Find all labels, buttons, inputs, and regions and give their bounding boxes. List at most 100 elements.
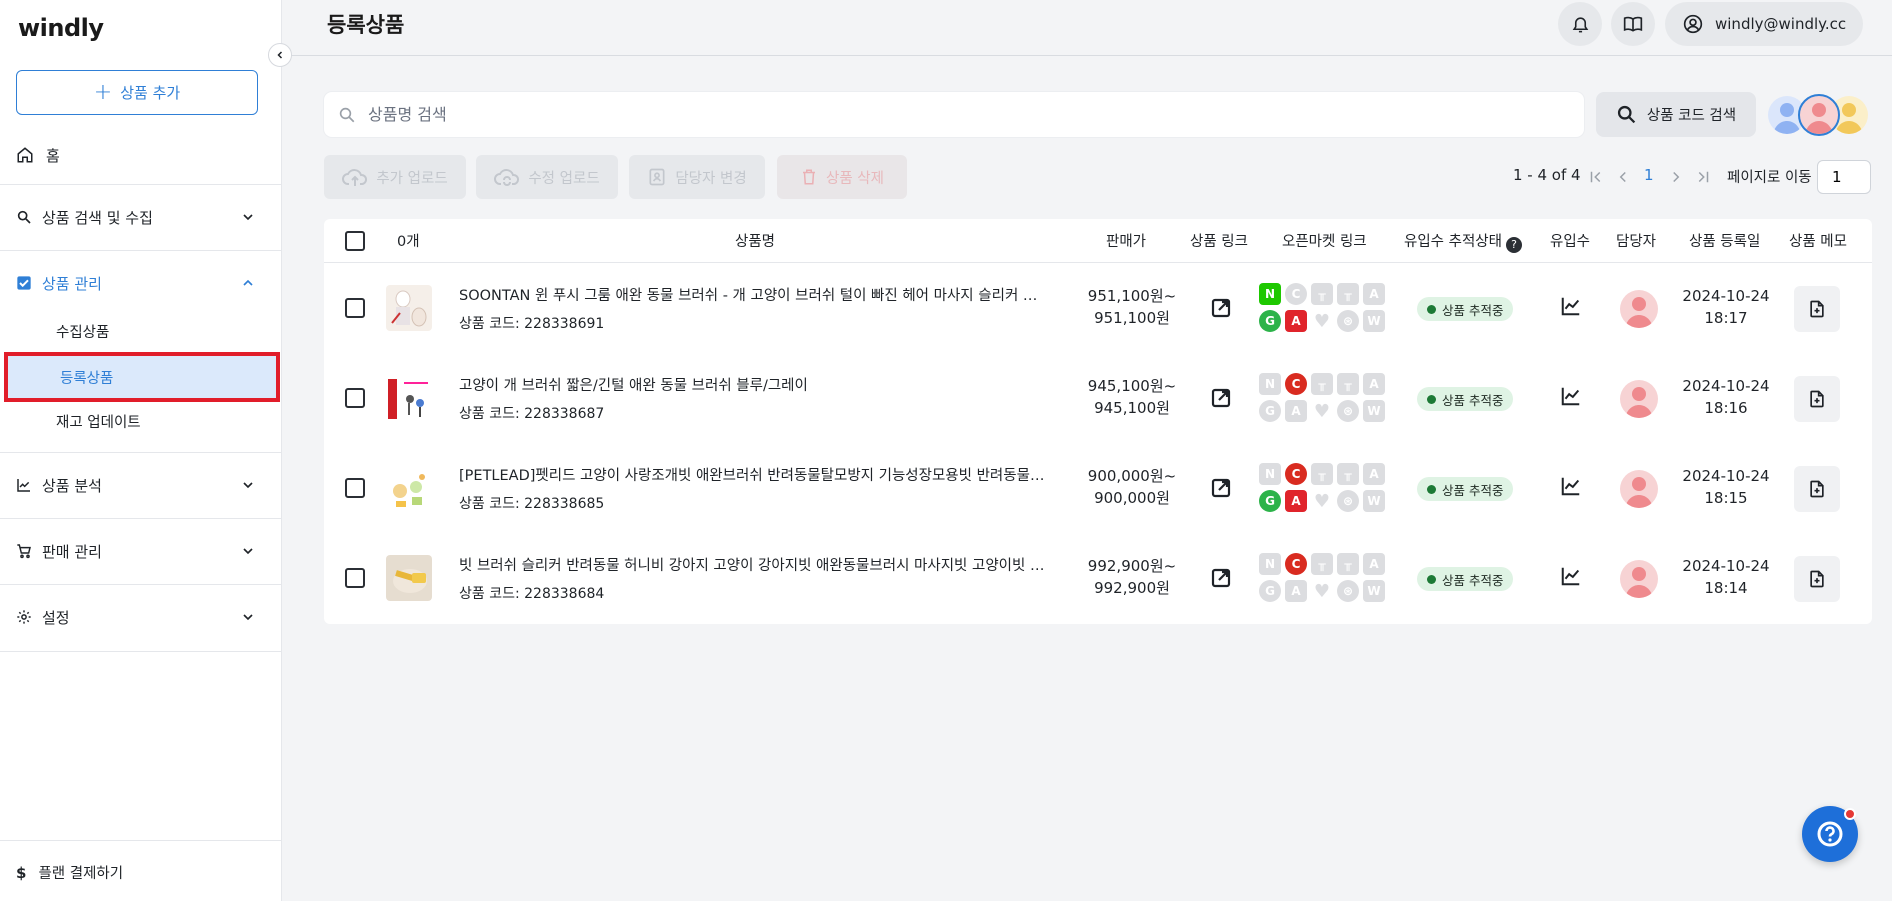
current-page[interactable]: 1 bbox=[1644, 166, 1654, 184]
sidebar-group-sales-manage[interactable]: 판매 관리 bbox=[0, 531, 282, 571]
help-chat-button[interactable] bbox=[1802, 806, 1858, 862]
note-add-icon bbox=[1810, 480, 1824, 498]
sidebar-item-registered[interactable]: 등록상품 bbox=[4, 352, 280, 402]
market-ssg-icon: ⊛ bbox=[1337, 310, 1359, 332]
product-name-link[interactable]: 고양이 개 브러쉬 짧은/긴털 애완 동물 브러쉬 블루/그레이 bbox=[459, 374, 1049, 395]
market-wemakeprice-icon: ♥ bbox=[1313, 580, 1331, 602]
tracking-status-label: 상품 추적중 bbox=[1442, 572, 1504, 588]
tracking-status-badge: 상품 추적중 bbox=[1417, 297, 1514, 321]
windly-logo[interactable]: windly bbox=[18, 14, 104, 42]
sidebar-item-stock-update[interactable]: 재고 업데이트 bbox=[56, 411, 141, 432]
product-name-link[interactable]: [PETLEAD]펫리드 고양이 사랑조개빗 애완브러쉬 반려동물탈모방지 기능… bbox=[459, 464, 1049, 485]
row-checkbox[interactable] bbox=[345, 478, 365, 498]
market-naver-icon[interactable]: N bbox=[1259, 283, 1281, 305]
goto-page-input[interactable] bbox=[1817, 160, 1871, 194]
market-auction-icon[interactable]: A bbox=[1285, 490, 1307, 512]
manager-avatar[interactable] bbox=[1620, 560, 1658, 598]
first-page-icon[interactable] bbox=[1587, 168, 1605, 186]
manager-avatar[interactable] bbox=[1620, 470, 1658, 508]
plan-payment-link[interactable]: $ 플랜 결제하기 bbox=[16, 862, 123, 883]
add-upload-button[interactable]: 추가 업로드 bbox=[324, 155, 466, 199]
market-coupang-icon[interactable]: C bbox=[1285, 553, 1307, 575]
sidebar-item-collected[interactable]: 수집상품 bbox=[56, 321, 109, 342]
sidebar-group-product-manage[interactable]: 상품 관리 bbox=[0, 263, 282, 303]
tracking-status-badge: 상품 추적중 bbox=[1417, 387, 1514, 411]
add-product-button[interactable]: + 상품 추가 bbox=[16, 70, 258, 115]
sidebar-group-settings[interactable]: 설정 bbox=[0, 597, 282, 637]
market-gmarket-icon[interactable]: G bbox=[1259, 490, 1281, 512]
delete-product-button[interactable]: 상품 삭제 bbox=[777, 155, 907, 199]
trend-chart-icon[interactable] bbox=[1560, 565, 1582, 587]
trend-chart-icon[interactable] bbox=[1560, 385, 1582, 407]
product-name-link[interactable]: 빗 브러쉬 슬리커 반려동물 허니비 강아지 고양이 강아지빗 애완동물브러시 … bbox=[459, 554, 1049, 575]
row-checkbox[interactable] bbox=[345, 298, 365, 318]
change-manager-button[interactable]: 담당자 변경 bbox=[629, 155, 765, 199]
header-tracking-label: 유입수 추적상태 bbox=[1404, 234, 1502, 250]
external-link-icon[interactable] bbox=[1209, 296, 1233, 320]
sidebar-group-product-analysis[interactable]: 상품 분석 bbox=[0, 465, 282, 505]
next-page-icon[interactable] bbox=[1667, 168, 1685, 186]
external-link-icon[interactable] bbox=[1209, 386, 1233, 410]
row-checkbox[interactable] bbox=[345, 388, 365, 408]
divider bbox=[0, 584, 282, 585]
id-card-icon bbox=[649, 168, 665, 186]
reg-time: 18:17 bbox=[1704, 309, 1748, 327]
product-thumbnail bbox=[386, 375, 432, 421]
manager-avatar[interactable] bbox=[1620, 380, 1658, 418]
market-auction-icon[interactable]: A bbox=[1285, 310, 1307, 332]
external-link-icon[interactable] bbox=[1209, 566, 1233, 590]
price-line: 951,100원~ bbox=[1087, 287, 1177, 305]
sidebar-item-home[interactable]: 홈 bbox=[0, 138, 282, 172]
market-coupang-icon[interactable]: C bbox=[1285, 463, 1307, 485]
header-reg-date: 상품 등록일 bbox=[1689, 234, 1761, 250]
product-memo-button[interactable] bbox=[1794, 466, 1840, 512]
market-gmarket-icon[interactable]: G bbox=[1259, 310, 1281, 332]
market-coupang-icon: C bbox=[1285, 283, 1307, 305]
product-memo-button[interactable] bbox=[1794, 556, 1840, 602]
product-search-box bbox=[324, 92, 1584, 137]
market-lotteon-icon: A bbox=[1363, 553, 1385, 575]
divider bbox=[0, 651, 282, 652]
sidebar-group-label: 상품 관리 bbox=[42, 274, 102, 293]
status-dot bbox=[1427, 394, 1436, 404]
add-upload-label: 추가 업로드 bbox=[376, 170, 448, 187]
table-row: 빗 브러쉬 슬리커 반려동물 허니비 강아지 고양이 강아지빗 애완동물브러시 … bbox=[324, 533, 1872, 623]
product-memo-button[interactable] bbox=[1794, 376, 1840, 422]
cloud-sync-icon bbox=[494, 169, 520, 186]
manager-avatar[interactable] bbox=[1620, 290, 1658, 328]
product-search-input[interactable] bbox=[368, 105, 1548, 124]
notification-button[interactable] bbox=[1558, 2, 1602, 46]
account-menu-button[interactable]: windly@windly.cc bbox=[1665, 2, 1863, 46]
product-memo-button[interactable] bbox=[1794, 286, 1840, 332]
registration-date: 2024-10-24 18:16 bbox=[1670, 375, 1782, 419]
table-header: 0개 상품명 판매가 상품 링크 오픈마켓 링크 유입수 추적상태? 유입수 담… bbox=[324, 219, 1872, 263]
market-11st-icon: ╥ bbox=[1311, 463, 1333, 485]
last-page-icon[interactable] bbox=[1694, 168, 1712, 186]
help-icon[interactable]: ? bbox=[1506, 236, 1522, 253]
market-lotteon-icon: A bbox=[1363, 283, 1385, 305]
product-price: 945,100원~ 945,100원 bbox=[1064, 375, 1200, 419]
market-coupang-icon[interactable]: C bbox=[1285, 373, 1307, 395]
trend-chart-icon[interactable] bbox=[1560, 295, 1582, 317]
bell-icon bbox=[1572, 16, 1588, 32]
price-line: 945,100원~ bbox=[1087, 377, 1177, 395]
row-checkbox[interactable] bbox=[345, 568, 365, 588]
table-row: 고양이 개 브러쉬 짧은/긴털 애완 동물 브러쉬 블루/그레이 상품 코드: … bbox=[324, 353, 1872, 443]
chevron-down-icon bbox=[243, 214, 253, 221]
external-link-icon[interactable] bbox=[1209, 476, 1233, 500]
sidebar-group-label: 상품 검색 및 수집 bbox=[42, 208, 153, 227]
sidebar-collapse-button[interactable] bbox=[268, 43, 292, 67]
select-all-checkbox[interactable] bbox=[345, 231, 365, 251]
avatar-selected[interactable] bbox=[1798, 94, 1840, 136]
product-price: 900,000원~ 900,000원 bbox=[1064, 465, 1200, 509]
product-thumbnail bbox=[386, 285, 432, 331]
manager-filter-avatars[interactable] bbox=[1768, 94, 1878, 136]
guide-button[interactable] bbox=[1611, 2, 1655, 46]
prev-page-icon[interactable] bbox=[1614, 168, 1632, 186]
sidebar-group-product-search[interactable]: 상품 검색 및 수집 bbox=[0, 197, 282, 237]
book-icon bbox=[1623, 16, 1643, 32]
edit-upload-button[interactable]: 수정 업로드 bbox=[476, 155, 618, 199]
code-search-button[interactable]: 상품 코드 검색 bbox=[1596, 92, 1756, 137]
product-name-link[interactable]: SOONTAN 윈 푸시 그룸 애완 동물 브러쉬 - 개 고양이 브러쉬 털이… bbox=[459, 284, 1049, 305]
trend-chart-icon[interactable] bbox=[1560, 475, 1582, 497]
